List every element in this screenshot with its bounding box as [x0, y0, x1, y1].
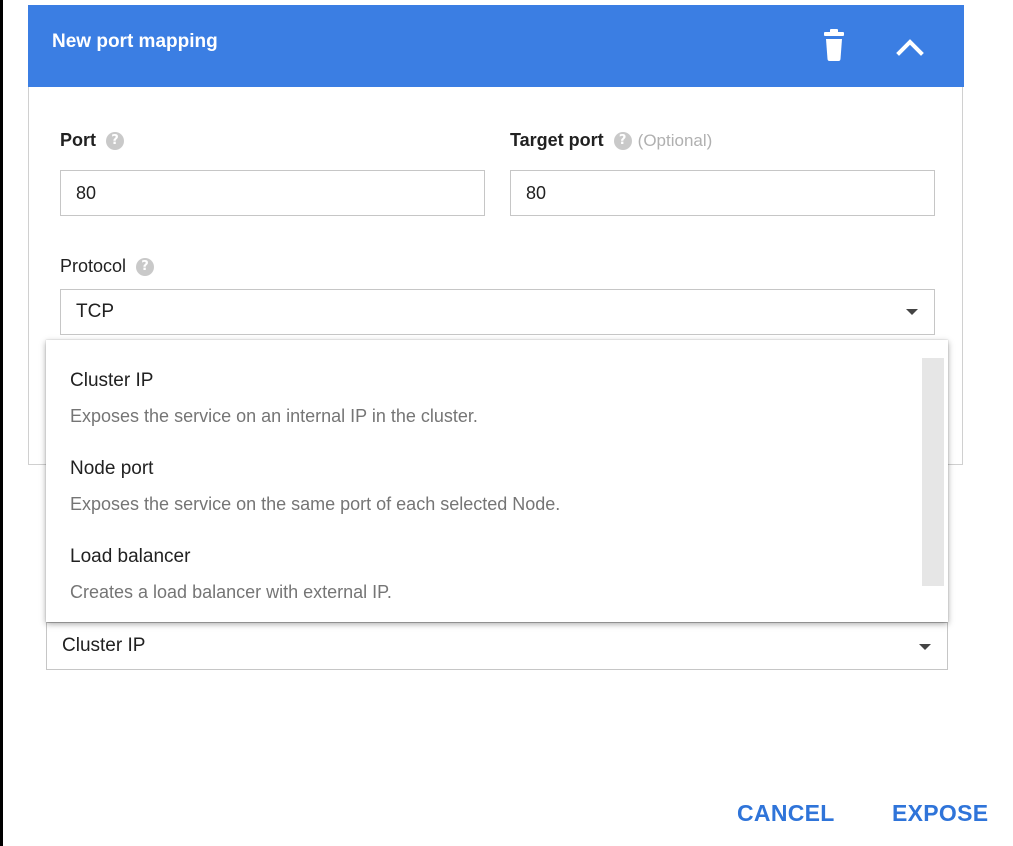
card-title: New port mapping	[52, 31, 218, 52]
optional-hint: (Optional)	[637, 130, 713, 150]
cancel-button[interactable]: CANCEL	[737, 800, 835, 827]
dropdown-arrow-icon	[919, 644, 931, 650]
card-header: New port mapping	[28, 5, 964, 87]
service-type-dropdown: Cluster IP Exposes the service on an int…	[46, 340, 948, 622]
dropdown-arrow-icon	[906, 309, 918, 315]
target-port-input[interactable]: 80	[510, 170, 935, 216]
help-icon[interactable]: ?	[613, 131, 632, 150]
expose-button[interactable]: EXPOSE	[892, 800, 988, 827]
chevron-up-icon[interactable]	[893, 29, 927, 63]
target-port-label: Target port ? (Optional)	[510, 130, 713, 150]
service-type-select[interactable]: Cluster IP	[46, 622, 948, 670]
protocol-label: Protocol ?	[60, 256, 155, 277]
option-cluster-ip[interactable]: Cluster IP Exposes the service on an int…	[46, 340, 916, 428]
protocol-select[interactable]: TCP	[60, 289, 935, 335]
option-node-port[interactable]: Node port Exposes the service on the sam…	[46, 428, 916, 516]
scrollbar[interactable]	[922, 358, 944, 586]
option-load-balancer[interactable]: Load balancer Creates a load balancer wi…	[46, 516, 916, 604]
help-icon[interactable]: ?	[106, 131, 124, 150]
window-border	[0, 0, 3, 846]
port-input[interactable]: 80	[60, 170, 485, 216]
help-icon[interactable]: ?	[136, 257, 155, 276]
trash-icon[interactable]	[820, 29, 848, 63]
port-label: Port ?	[60, 130, 124, 151]
